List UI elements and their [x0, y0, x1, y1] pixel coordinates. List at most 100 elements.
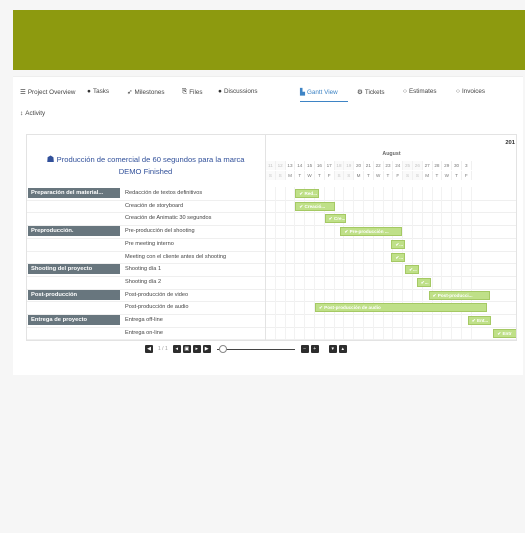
day-cell: 3	[462, 161, 472, 170]
task-name[interactable]: Pre meeting interno	[125, 238, 174, 251]
gantt-controls: ◀ 1 / 1 ◂ ▣ ▸ ▶ − + ▾ ▴	[145, 344, 347, 354]
task-bar[interactable]: ✔ Red...	[295, 189, 319, 198]
expand-button[interactable]: ▾	[328, 345, 337, 353]
task-bar[interactable]: ✔ Cre...	[324, 214, 347, 224]
collapse-button[interactable]: ▴	[338, 345, 347, 353]
weekday-cell: S	[344, 171, 355, 180]
weekday-cell: M	[286, 171, 296, 180]
weekday-cell: T	[433, 171, 443, 180]
task-name[interactable]: Entrega on-line	[125, 327, 163, 340]
grid-line	[412, 187, 413, 339]
weekday-row: SSMTWTFSSMTWTFSSMTWTF	[266, 171, 516, 180]
zoom-slider-knob[interactable]	[218, 345, 227, 353]
tab-tickets[interactable]: ⚙ Tickets	[357, 88, 385, 97]
grid-line	[274, 187, 276, 339]
weekday-cell: S	[275, 171, 286, 180]
day-cell: 18	[334, 161, 345, 170]
task-row[interactable]: Preproducción. Pre-producción del shootin…	[27, 225, 264, 238]
task-name[interactable]: Entrega off-line	[125, 314, 163, 327]
task-group-label[interactable]: Preproducción.	[28, 226, 120, 237]
tab-gantt-view[interactable]: ▙ Gantt View	[300, 88, 338, 97]
task-name[interactable]: Creación de storyboard	[125, 200, 183, 213]
tab-tasks[interactable]: ● Tasks	[87, 88, 109, 95]
task-row[interactable]: Meeting con el cliente antes del shootin…	[27, 251, 264, 264]
tab-estimates[interactable]: ○ Estimates	[403, 88, 437, 95]
task-row[interactable]: Shooting del proyecto Shooting día 1	[27, 263, 264, 276]
task-bar[interactable]: ✔ Creació...	[295, 201, 335, 211]
task-name[interactable]: Pre-producción del shooting	[125, 225, 195, 238]
activity-icon: ↕	[20, 110, 24, 117]
estimates-icon: ○	[403, 88, 407, 95]
scale-week-button[interactable]: ▣	[182, 345, 191, 353]
task-row[interactable]: Creación de storyboard	[27, 200, 264, 213]
task-row[interactable]: Post-producción de audio	[27, 301, 264, 314]
weekday-cell: T	[384, 171, 394, 180]
weekday-cell: S	[412, 171, 423, 180]
grid-line	[431, 187, 433, 339]
task-group-label[interactable]: Shooting del proyecto	[28, 264, 120, 275]
task-bar[interactable]: ✔ Pre-producción ...	[340, 227, 403, 237]
zoom-slider-track	[216, 348, 295, 350]
grid-line	[353, 187, 355, 339]
task-name[interactable]: Redacción de textos definitivos	[125, 187, 202, 200]
task-bar[interactable]: ✔ Entr	[493, 328, 516, 338]
task-row[interactable]: Preparación del material... Redacción de …	[27, 187, 264, 200]
task-bar[interactable]: ✔...	[405, 265, 419, 275]
timeline-year: 201	[505, 140, 515, 146]
tab-discussions[interactable]: ● Discussions	[218, 88, 258, 95]
zoom-slider[interactable]	[216, 345, 295, 353]
grid-line	[392, 187, 394, 339]
task-name[interactable]: Post-producción de video	[125, 289, 188, 302]
task-group-label[interactable]: Post-producción	[28, 289, 120, 300]
chat-icon: ●	[218, 88, 222, 95]
task-group-label[interactable]: Preparación del material...	[28, 188, 120, 198]
zoom-in-button[interactable]: +	[310, 345, 319, 353]
weekday-cell: S	[403, 171, 413, 180]
weekday-cell: S	[334, 171, 345, 180]
task-bar[interactable]: ✔ Post-producción de audio	[315, 303, 488, 313]
task-row[interactable]: Creación de Animatic 30 segundos	[27, 212, 264, 225]
task-bar[interactable]: ✔...	[391, 252, 406, 262]
task-bar[interactable]: ✔...	[416, 277, 431, 287]
weekday-cell: T	[315, 171, 325, 180]
task-name[interactable]: Shooting día 1	[125, 263, 161, 276]
timeline-month: August	[382, 151, 401, 157]
task-group-label[interactable]: Entrega de proyecto	[28, 315, 120, 325]
task-row[interactable]: Post-producción Post-producción de video	[27, 289, 264, 302]
zoom-out-button[interactable]: −	[300, 345, 309, 353]
day-cell: 17	[325, 161, 335, 170]
task-name[interactable]: Creación de Animatic 30 segundos	[125, 212, 211, 225]
tab-project-overview[interactable]: ☰ Project Overview	[20, 88, 75, 97]
day-cell: 21	[364, 161, 374, 170]
next-page-button[interactable]: ▶	[202, 345, 211, 353]
task-bar[interactable]: ✔ Post-producci...	[428, 290, 491, 300]
task-bar[interactable]: ✔ Ent...	[467, 316, 492, 325]
task-bar[interactable]: ✔...	[391, 239, 406, 249]
task-row[interactable]: Entrega on-line	[27, 327, 264, 340]
task-row[interactable]: Pre meeting interno	[27, 238, 264, 251]
task-row[interactable]: Entrega de proyecto Entrega off-line	[27, 314, 264, 327]
task-name[interactable]: Meeting con el cliente antes del shootin…	[125, 251, 226, 264]
grid-line	[451, 187, 453, 339]
tab-activity[interactable]: ↕ Activity	[20, 110, 45, 117]
tab-milestones[interactable]: ➶ Milestones	[127, 88, 165, 97]
day-cell: 28	[433, 161, 443, 170]
task-name[interactable]: Post-producción de audio	[125, 301, 188, 314]
gantt-chart: ☗ Producción de comercial de 60 segundos…	[26, 134, 517, 341]
weekday-cell: W	[305, 171, 315, 180]
sitemap-icon: ☗	[46, 154, 55, 164]
check-circle-icon: ●	[87, 88, 91, 95]
task-name[interactable]: Shooting día 2	[125, 276, 161, 289]
scale-month-button[interactable]: ▸	[192, 345, 201, 353]
weekday-cell: F	[325, 171, 335, 180]
scale-day-button[interactable]: ◂	[172, 345, 181, 353]
ticket-icon: ⚙	[357, 89, 363, 96]
day-cell: 24	[393, 161, 404, 170]
tab-files[interactable]: ⎘ Files	[182, 88, 203, 96]
task-row[interactable]: Shooting día 2	[27, 276, 264, 289]
prev-page-button[interactable]: ◀	[145, 345, 153, 353]
day-cell: 25	[403, 161, 413, 170]
weekday-cell: W	[374, 171, 384, 180]
tab-invoices[interactable]: ○ Invoices	[456, 88, 485, 95]
grid-line	[441, 187, 443, 339]
